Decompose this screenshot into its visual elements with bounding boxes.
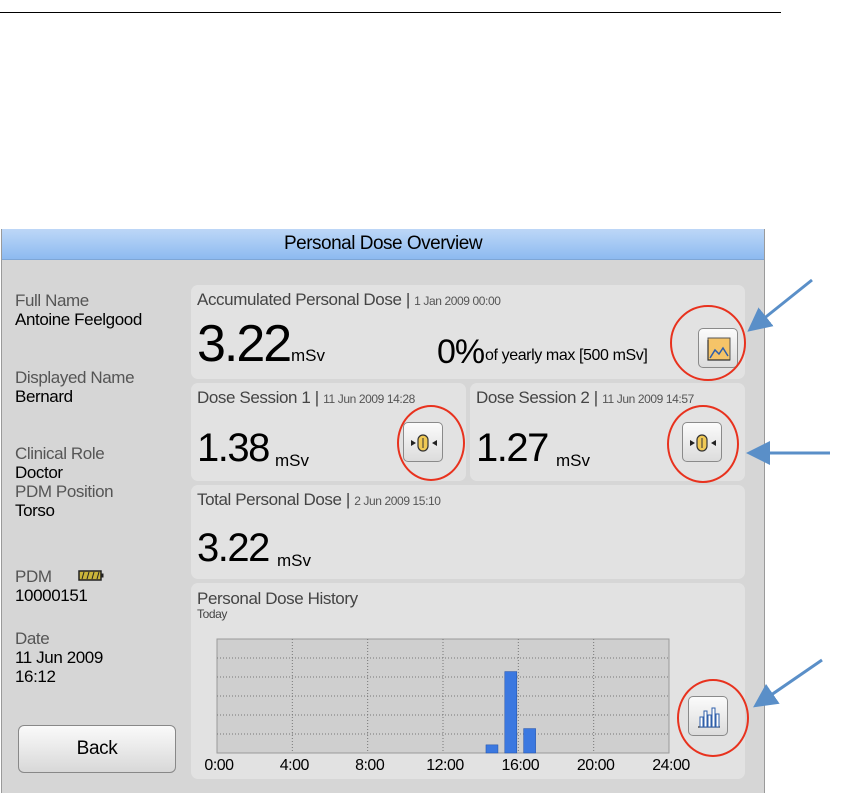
callout-arrows	[746, 278, 830, 708]
callout-arrow-history	[753, 658, 823, 708]
callout-arrow-graph	[747, 278, 813, 332]
